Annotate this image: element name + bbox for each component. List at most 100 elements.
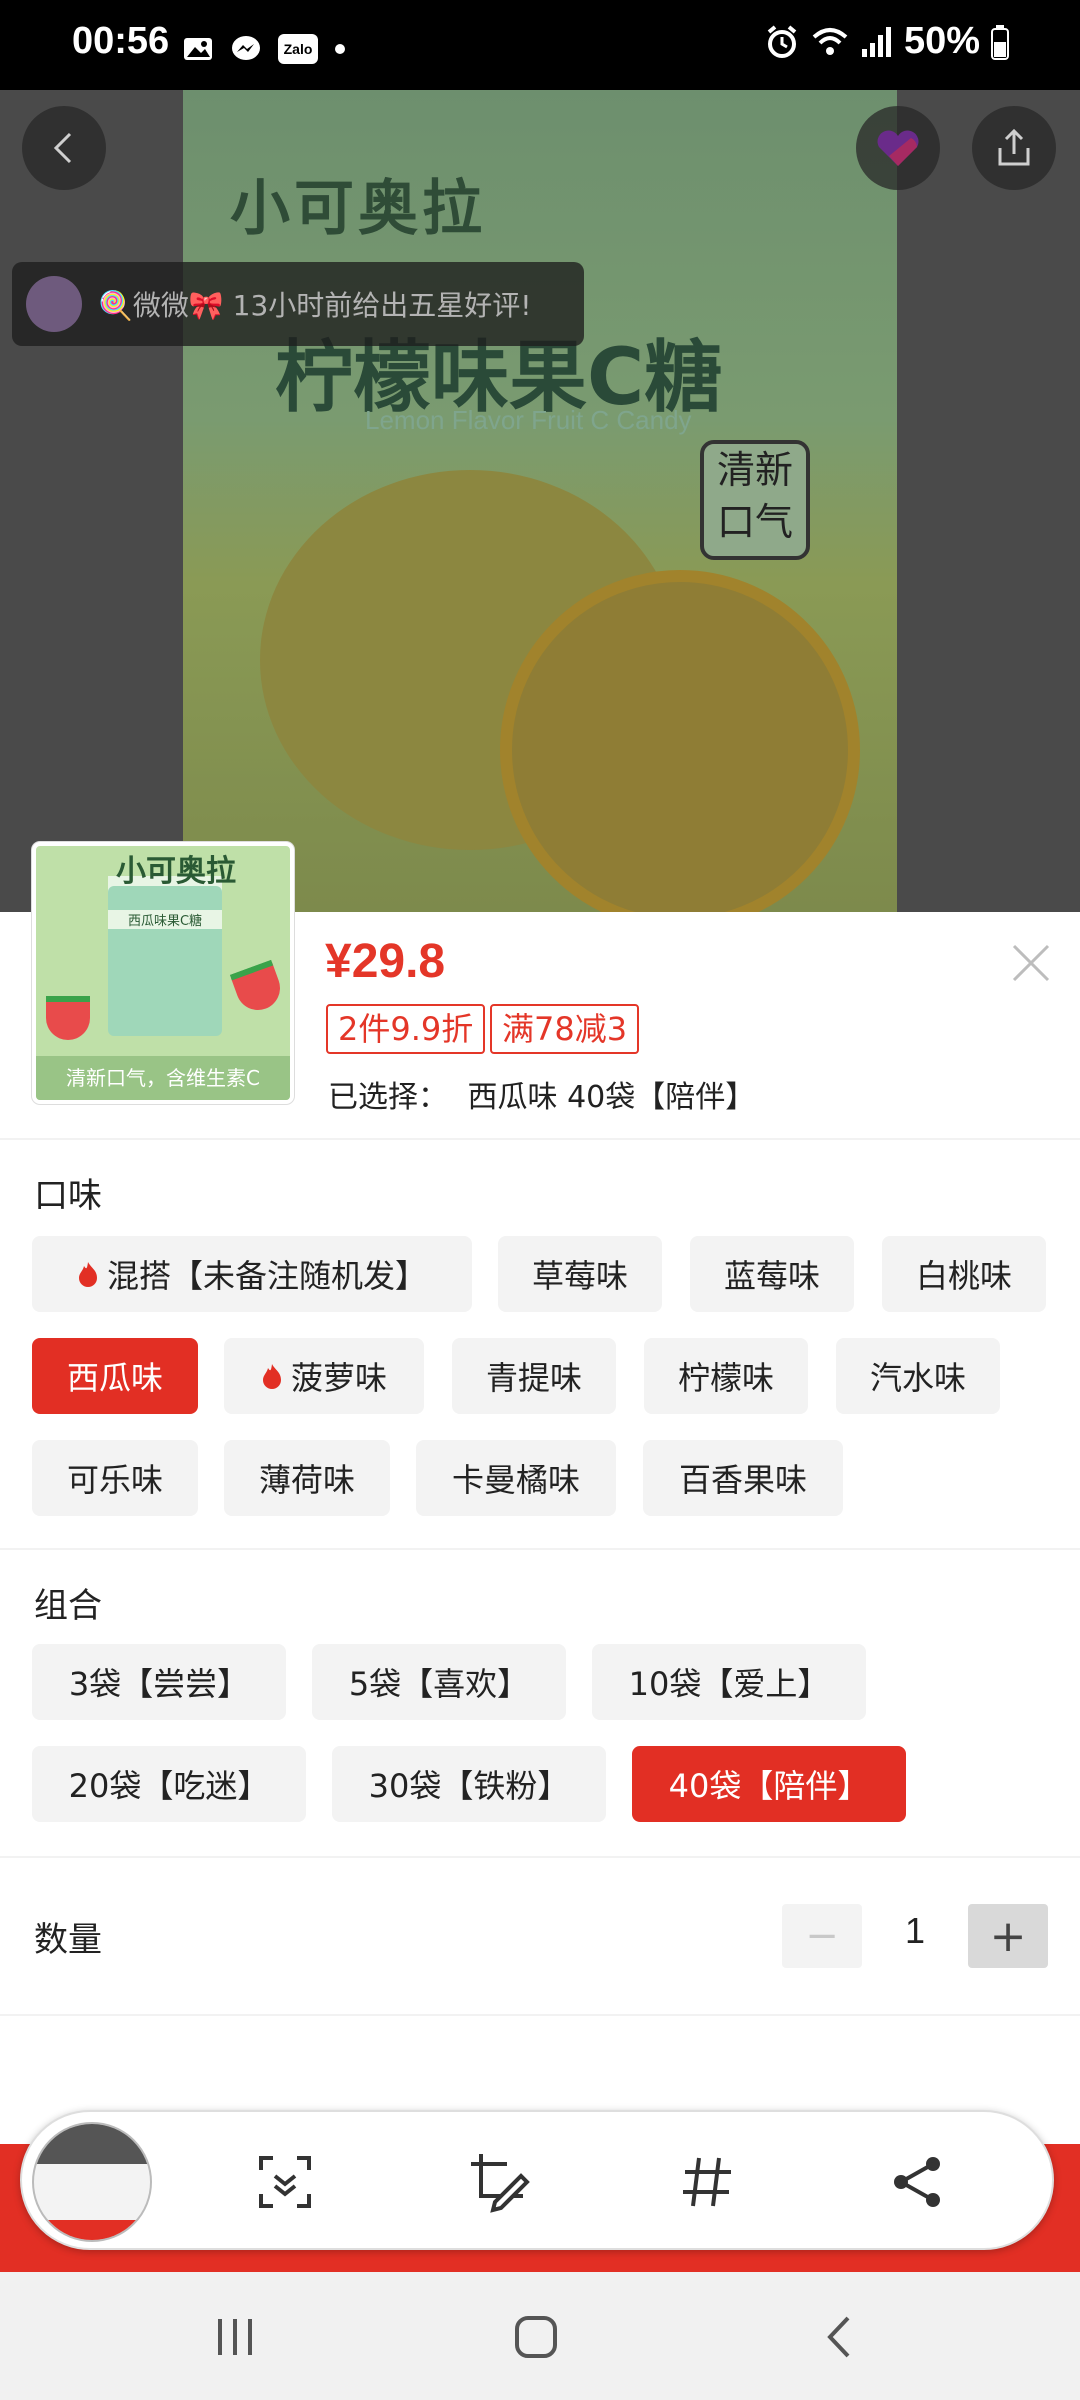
signal-icon [861, 26, 891, 57]
hashtag-button[interactable] [672, 2147, 742, 2217]
zalo-icon: Zalo [278, 34, 318, 64]
flavor-option-label: 可乐味 [66, 1461, 163, 1499]
flavor-option[interactable]: 薄荷味 [224, 1440, 390, 1516]
bundle-option[interactable]: 20袋【吃迷】 [32, 1746, 306, 1822]
selected-label: 已选择： [328, 1080, 448, 1115]
hero-badge: 清新口气 [700, 440, 810, 560]
flavor-option[interactable]: 西瓜味 [32, 1338, 198, 1414]
flavor-option[interactable]: 卡曼橘味 [416, 1440, 616, 1516]
bundle-option[interactable]: 5袋【喜欢】 [312, 1644, 566, 1720]
favorite-button[interactable] [856, 106, 940, 190]
scroll-capture-icon [259, 2156, 311, 2208]
home-icon [515, 2316, 557, 2358]
review-toast-text: 🍭微微🎀 13小时前给出五星好评! [98, 289, 532, 322]
flavor-option-label: 汽水味 [869, 1359, 966, 1397]
flavor-option-label: 卡曼橘味 [451, 1461, 580, 1499]
thumbnail-package [108, 886, 222, 1036]
home-button[interactable] [506, 2312, 566, 2362]
battery-icon [991, 24, 1009, 60]
watermelon-icon [46, 996, 90, 1040]
share-icon [998, 128, 1030, 166]
flavor-option-label: 蓝莓味 [723, 1257, 820, 1295]
alarm-icon [767, 24, 797, 58]
hero-brand-text: 小可奥拉 [230, 174, 486, 244]
selected-summary: 已选择： 西瓜味 40袋【陪伴】 [328, 1072, 755, 1116]
recents-icon [218, 2319, 252, 2355]
promo-tag-discount: 2件9.9折 [326, 1004, 486, 1054]
flavor-option-label: 柠檬味 [677, 1359, 774, 1397]
bundle-option-label: 30袋【铁粉】 [368, 1767, 570, 1805]
share-nodes-icon [894, 2157, 940, 2207]
bundle-option[interactable]: 30袋【铁粉】 [332, 1746, 606, 1822]
scroll-capture-button[interactable] [250, 2147, 320, 2217]
thumbnail-band-text: 清新口气，含维生素C [36, 1056, 290, 1100]
flavor-option-label: 薄荷味 [258, 1461, 355, 1499]
flavor-option[interactable]: 汽水味 [836, 1338, 1000, 1414]
quantity-increment-button[interactable]: + [968, 1904, 1048, 1968]
bundle-option-label: 40袋【陪伴】 [668, 1767, 870, 1805]
share-screenshot-button[interactable] [882, 2147, 952, 2217]
back-nav-button[interactable] [810, 2312, 870, 2362]
wifi-icon [812, 27, 848, 55]
bundle-option-label: 20袋【吃迷】 [68, 1767, 270, 1805]
lemon-slice-illustration [500, 570, 860, 912]
back-button[interactable] [22, 106, 106, 190]
flavor-option[interactable]: 菠萝味 [224, 1338, 424, 1414]
dot-icon [335, 44, 345, 54]
sku-selector-sheet [0, 912, 1080, 2272]
screenshot-toolbar [20, 2110, 1054, 2250]
flavor-option-label: 百香果味 [678, 1461, 807, 1499]
divider [0, 1138, 1080, 1140]
fire-icon [262, 1364, 281, 1389]
quantity-label: 数量 [34, 1920, 102, 1960]
bundle-option[interactable]: 3袋【尝尝】 [32, 1644, 286, 1720]
thumbnail-pack-text: 西瓜味果C糖 [108, 910, 222, 929]
back-arrow-icon [53, 132, 72, 164]
status-icons-right: 50% [764, 20, 1010, 63]
gallery-icon [184, 38, 212, 60]
price: ¥29.8 [325, 935, 446, 988]
battery-percent: 50% [903, 20, 980, 62]
draw-button[interactable] [464, 2147, 534, 2217]
quantity-value[interactable]: 1 [890, 1910, 940, 1952]
flavor-option-label: 菠萝味 [290, 1359, 387, 1397]
fire-icon [78, 1262, 97, 1287]
bundle-section-title: 组合 [34, 1586, 102, 1626]
status-bar: 00:56 Zalo 50% [0, 0, 1080, 90]
flavor-option[interactable]: 柠檬味 [644, 1338, 808, 1414]
close-icon[interactable] [1008, 940, 1054, 986]
divider [0, 1548, 1080, 1550]
flavor-option-label: 青提味 [485, 1359, 582, 1397]
bundle-option[interactable]: 10袋【爱上】 [592, 1644, 866, 1720]
flavor-option[interactable]: 百香果味 [643, 1440, 843, 1516]
flavor-option-label: 西瓜味 [66, 1359, 163, 1397]
heart-icon [877, 130, 919, 166]
flavor-option[interactable]: 青提味 [452, 1338, 616, 1414]
divider [0, 1856, 1080, 1858]
crop-edit-icon [471, 2154, 530, 2213]
bundle-option-label: 10袋【爱上】 [628, 1665, 830, 1703]
flavor-option[interactable]: 混搭【未备注随机发】 [32, 1236, 472, 1312]
flavor-section-title: 口味 [34, 1176, 102, 1216]
sku-thumbnail[interactable]: 小可奥拉 西瓜味果C糖 清新口气，含维生素C [32, 842, 294, 1104]
quantity-decrement-button[interactable]: − [782, 1904, 862, 1968]
promo-tag-coupon: 满78减3 [490, 1004, 640, 1054]
flavor-option[interactable]: 可乐味 [32, 1440, 198, 1516]
divider [0, 2014, 1080, 2016]
watermelon-icon [229, 959, 287, 1017]
share-button[interactable] [972, 106, 1056, 190]
flavor-option[interactable]: 白桃味 [882, 1236, 1046, 1312]
bundle-option-label: 3袋【尝尝】 [68, 1665, 250, 1703]
hero-product-subtitle: Lemon Flavor Fruit C Candy [365, 405, 692, 435]
bundle-option-label: 5袋【喜欢】 [348, 1665, 530, 1703]
back-nav-icon [827, 2316, 850, 2358]
flavor-option[interactable]: 蓝莓味 [690, 1236, 854, 1312]
recents-button[interactable] [205, 2312, 265, 2362]
flavor-option[interactable]: 草莓味 [498, 1236, 662, 1312]
screenshot-preview[interactable] [32, 2122, 152, 2242]
product-hero-image[interactable]: 小可奥拉 柠檬味果C糖 Lemon Flavor Fruit C Candy 清… [0, 90, 1080, 912]
selected-value: 西瓜味 40袋【陪伴】 [467, 1080, 756, 1115]
thumbnail-brand: 小可奥拉 [116, 854, 236, 889]
bundle-option[interactable]: 40袋【陪伴】 [632, 1746, 906, 1822]
flavor-option-label: 混搭【未备注随机发】 [106, 1257, 427, 1295]
